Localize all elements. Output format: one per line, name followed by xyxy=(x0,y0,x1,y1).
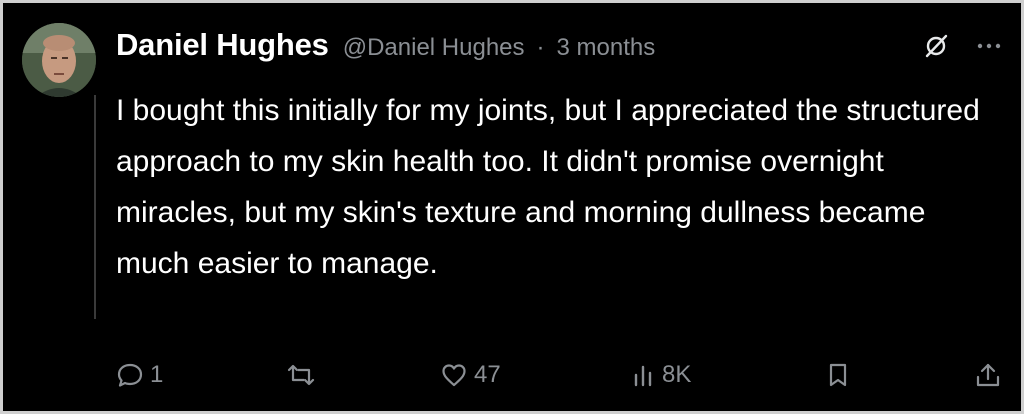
share-button[interactable] xyxy=(974,361,1002,389)
author-handle[interactable]: @Daniel Hughes xyxy=(343,34,525,62)
like-button[interactable]: 47 xyxy=(440,361,501,389)
views-count: 8K xyxy=(662,361,692,388)
repost-icon xyxy=(286,361,316,389)
post-card[interactable]: Daniel Hughes @Daniel Hughes · 3 months … xyxy=(0,0,1024,414)
reply-icon xyxy=(116,361,144,389)
author-name[interactable]: Daniel Hughes xyxy=(116,27,329,63)
avatar[interactable] xyxy=(22,23,96,97)
share-icon xyxy=(974,361,1002,389)
post-timestamp[interactable]: 3 months xyxy=(557,34,656,62)
grok-icon[interactable] xyxy=(923,33,949,59)
post-header: Daniel Hughes @Daniel Hughes · 3 months xyxy=(116,27,655,63)
action-bar: 1 47 8K xyxy=(116,361,1006,397)
thread-line xyxy=(94,95,96,319)
views-button[interactable]: 8K xyxy=(632,361,691,389)
like-icon xyxy=(440,361,468,389)
like-count: 47 xyxy=(474,361,501,388)
top-actions xyxy=(923,33,1001,59)
repost-button[interactable] xyxy=(286,361,322,389)
views-icon xyxy=(632,361,656,389)
post-body: I bought this initially for my joints, b… xyxy=(116,94,980,280)
reply-button[interactable]: 1 xyxy=(116,361,163,389)
bookmark-button[interactable] xyxy=(826,361,850,389)
separator-dot: · xyxy=(536,34,545,61)
more-icon[interactable] xyxy=(977,42,1001,50)
reply-count: 1 xyxy=(150,361,164,388)
bookmark-icon xyxy=(826,361,850,389)
